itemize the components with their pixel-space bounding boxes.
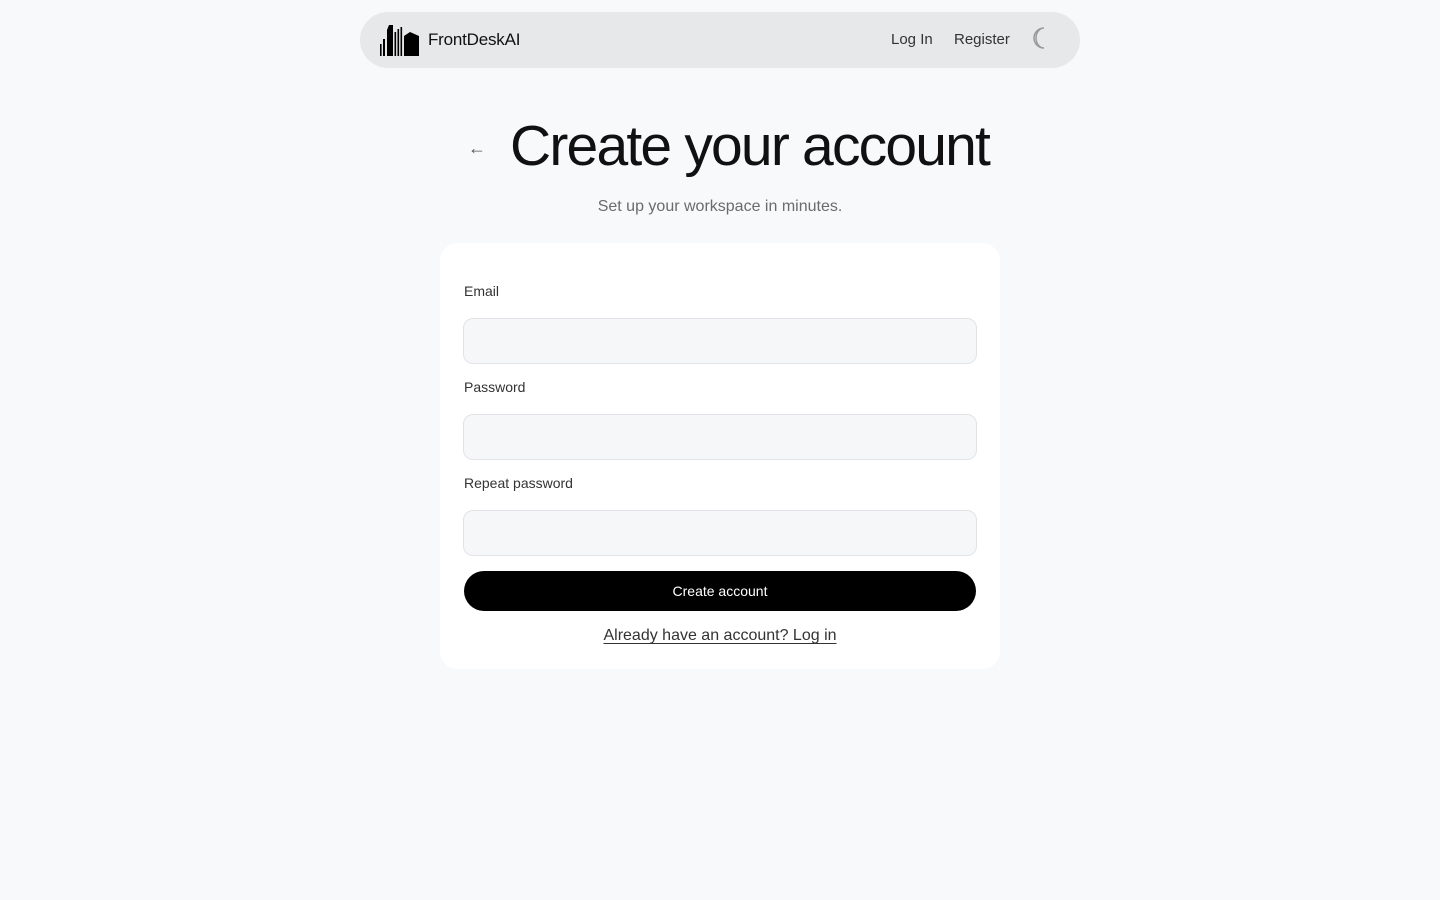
moon-icon bbox=[1030, 26, 1050, 55]
repeat-password-label: Repeat password bbox=[464, 475, 573, 491]
nav-login-link[interactable]: Log In bbox=[891, 31, 933, 49]
page-subtitle: Set up your workspace in minutes. bbox=[597, 198, 843, 215]
city-buildings-icon bbox=[380, 24, 420, 56]
email-field[interactable] bbox=[463, 318, 977, 364]
theme-toggle-button[interactable] bbox=[1028, 25, 1052, 55]
top-navbar: FrontDeskAI Log In Register bbox=[360, 12, 1080, 68]
password-label: Password bbox=[464, 379, 526, 395]
nav-register-link[interactable]: Register bbox=[954, 31, 1010, 49]
login-link[interactable]: Already have an account? Log in bbox=[603, 627, 836, 644]
password-field[interactable] bbox=[463, 414, 977, 460]
login-prompt: Already have an account? Log in bbox=[440, 626, 1000, 646]
back-arrow-icon[interactable]: ← bbox=[468, 136, 486, 160]
brand-name: FrontDeskAI bbox=[428, 30, 521, 49]
brand-home-link[interactable]: FrontDeskAI bbox=[380, 24, 520, 56]
register-form-card: Email Password Repeat password Create ac… bbox=[440, 243, 1000, 669]
repeat-password-field[interactable] bbox=[463, 510, 977, 556]
create-account-button[interactable]: Create account bbox=[464, 571, 976, 611]
page-title: Create your account bbox=[510, 114, 991, 178]
email-label: Email bbox=[464, 283, 500, 299]
